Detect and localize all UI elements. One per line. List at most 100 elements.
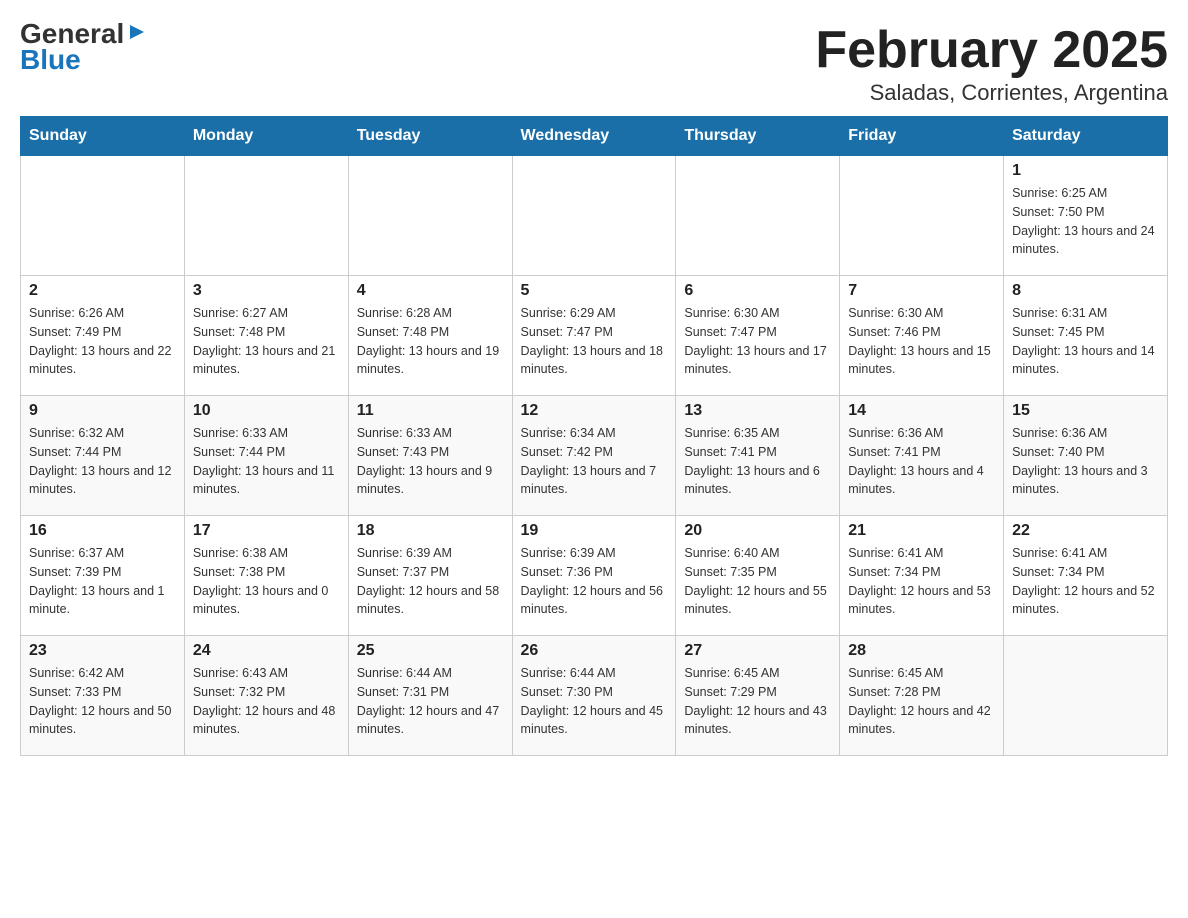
day-number: 18: [357, 522, 504, 540]
day-number: 19: [521, 522, 668, 540]
calendar-cell: 2 Sunrise: 6:26 AMSunset: 7:49 PMDaylight…: [21, 276, 185, 396]
calendar-cell: [184, 156, 348, 276]
calendar-cell: 25 Sunrise: 6:44 AMSunset: 7:31 PMDayligh…: [348, 636, 512, 756]
header-tuesday: Tuesday: [348, 117, 512, 156]
day-info: Sunrise: 6:30 AMSunset: 7:47 PMDaylight:…: [684, 304, 831, 379]
day-info: Sunrise: 6:36 AMSunset: 7:41 PMDaylight:…: [848, 424, 995, 499]
day-info: Sunrise: 6:37 AMSunset: 7:39 PMDaylight:…: [29, 544, 176, 619]
page-header: General Blue February 2025 Saladas, Corr…: [20, 20, 1168, 106]
day-info: Sunrise: 6:44 AMSunset: 7:31 PMDaylight:…: [357, 664, 504, 739]
day-info: Sunrise: 6:25 AMSunset: 7:50 PMDaylight:…: [1012, 184, 1159, 259]
calendar-cell: 20 Sunrise: 6:40 AMSunset: 7:35 PMDayligh…: [676, 516, 840, 636]
day-info: Sunrise: 6:39 AMSunset: 7:37 PMDaylight:…: [357, 544, 504, 619]
calendar-cell: 24Sunrise: 6:43 AMSunset: 7:32 PMDayligh…: [184, 636, 348, 756]
calendar-week-2: 2 Sunrise: 6:26 AMSunset: 7:49 PMDaylight…: [21, 276, 1168, 396]
calendar-cell: [348, 156, 512, 276]
day-info: Sunrise: 6:40 AMSunset: 7:35 PMDaylight:…: [684, 544, 831, 619]
day-number: 21: [848, 522, 995, 540]
calendar-cell: 12 Sunrise: 6:34 AMSunset: 7:42 PMDayligh…: [512, 396, 676, 516]
calendar-week-3: 9 Sunrise: 6:32 AMSunset: 7:44 PMDaylight…: [21, 396, 1168, 516]
calendar-cell: [676, 156, 840, 276]
day-info: Sunrise: 6:35 AMSunset: 7:41 PMDaylight:…: [684, 424, 831, 499]
calendar-body: 1 Sunrise: 6:25 AMSunset: 7:50 PMDaylight…: [21, 156, 1168, 756]
day-number: 5: [521, 282, 668, 300]
day-info: Sunrise: 6:36 AMSunset: 7:40 PMDaylight:…: [1012, 424, 1159, 499]
calendar-cell: 22 Sunrise: 6:41 AMSunset: 7:34 PMDayligh…: [1004, 516, 1168, 636]
day-number: 12: [521, 402, 668, 420]
calendar-table: Sunday Monday Tuesday Wednesday Thursday…: [20, 116, 1168, 756]
calendar-cell: 1 Sunrise: 6:25 AMSunset: 7:50 PMDaylight…: [1004, 156, 1168, 276]
day-info: Sunrise: 6:29 AMSunset: 7:47 PMDaylight:…: [521, 304, 668, 379]
calendar-header: Sunday Monday Tuesday Wednesday Thursday…: [21, 117, 1168, 156]
day-number: 27: [684, 642, 831, 660]
header-wednesday: Wednesday: [512, 117, 676, 156]
day-info: Sunrise: 6:32 AMSunset: 7:44 PMDaylight:…: [29, 424, 176, 499]
calendar-cell: [21, 156, 185, 276]
day-info: Sunrise: 6:26 AMSunset: 7:49 PMDaylight:…: [29, 304, 176, 379]
calendar-cell: 10 Sunrise: 6:33 AMSunset: 7:44 PMDayligh…: [184, 396, 348, 516]
day-info: Sunrise: 6:34 AMSunset: 7:42 PMDaylight:…: [521, 424, 668, 499]
calendar-cell: 16 Sunrise: 6:37 AMSunset: 7:39 PMDayligh…: [21, 516, 185, 636]
day-info: Sunrise: 6:41 AMSunset: 7:34 PMDaylight:…: [1012, 544, 1159, 619]
calendar-subtitle: Saladas, Corrientes, Argentina: [815, 80, 1168, 106]
calendar-cell: 19Sunrise: 6:39 AMSunset: 7:36 PMDayligh…: [512, 516, 676, 636]
calendar-cell: 27Sunrise: 6:45 AMSunset: 7:29 PMDayligh…: [676, 636, 840, 756]
day-info: Sunrise: 6:41 AMSunset: 7:34 PMDaylight:…: [848, 544, 995, 619]
title-block: February 2025 Saladas, Corrientes, Argen…: [815, 20, 1168, 106]
day-number: 20: [684, 522, 831, 540]
calendar-week-4: 16 Sunrise: 6:37 AMSunset: 7:39 PMDayligh…: [21, 516, 1168, 636]
day-info: Sunrise: 6:27 AMSunset: 7:48 PMDaylight:…: [193, 304, 340, 379]
calendar-cell: 26Sunrise: 6:44 AMSunset: 7:30 PMDayligh…: [512, 636, 676, 756]
logo-arrow-icon: [126, 21, 148, 43]
day-number: 9: [29, 402, 176, 420]
calendar-cell: 18 Sunrise: 6:39 AMSunset: 7:37 PMDayligh…: [348, 516, 512, 636]
calendar-cell: 9 Sunrise: 6:32 AMSunset: 7:44 PMDaylight…: [21, 396, 185, 516]
days-header-row: Sunday Monday Tuesday Wednesday Thursday…: [21, 117, 1168, 156]
calendar-cell: 23 Sunrise: 6:42 AMSunset: 7:33 PMDayligh…: [21, 636, 185, 756]
header-thursday: Thursday: [676, 117, 840, 156]
day-number: 7: [848, 282, 995, 300]
logo-blue-text: Blue: [20, 44, 81, 76]
header-saturday: Saturday: [1004, 117, 1168, 156]
day-info: Sunrise: 6:33 AMSunset: 7:43 PMDaylight:…: [357, 424, 504, 499]
day-number: 17: [193, 522, 340, 540]
calendar-cell: 28 Sunrise: 6:45 AMSunset: 7:28 PMDayligh…: [840, 636, 1004, 756]
day-number: 22: [1012, 522, 1159, 540]
day-number: 2: [29, 282, 176, 300]
calendar-cell: 4Sunrise: 6:28 AMSunset: 7:48 PMDaylight…: [348, 276, 512, 396]
logo: General Blue: [20, 20, 148, 76]
header-monday: Monday: [184, 117, 348, 156]
calendar-cell: 5 Sunrise: 6:29 AMSunset: 7:47 PMDaylight…: [512, 276, 676, 396]
header-friday: Friday: [840, 117, 1004, 156]
day-number: 23: [29, 642, 176, 660]
calendar-cell: 14Sunrise: 6:36 AMSunset: 7:41 PMDayligh…: [840, 396, 1004, 516]
day-number: 11: [357, 402, 504, 420]
calendar-cell: [512, 156, 676, 276]
day-number: 1: [1012, 162, 1159, 180]
day-number: 28: [848, 642, 995, 660]
day-number: 13: [684, 402, 831, 420]
calendar-cell: 6 Sunrise: 6:30 AMSunset: 7:47 PMDaylight…: [676, 276, 840, 396]
calendar-cell: 11 Sunrise: 6:33 AMSunset: 7:43 PMDayligh…: [348, 396, 512, 516]
day-number: 3: [193, 282, 340, 300]
day-info: Sunrise: 6:33 AMSunset: 7:44 PMDaylight:…: [193, 424, 340, 499]
calendar-cell: 15 Sunrise: 6:36 AMSunset: 7:40 PMDayligh…: [1004, 396, 1168, 516]
calendar-cell: 21 Sunrise: 6:41 AMSunset: 7:34 PMDayligh…: [840, 516, 1004, 636]
calendar-cell: [1004, 636, 1168, 756]
day-number: 16: [29, 522, 176, 540]
day-info: Sunrise: 6:45 AMSunset: 7:28 PMDaylight:…: [848, 664, 995, 739]
day-info: Sunrise: 6:31 AMSunset: 7:45 PMDaylight:…: [1012, 304, 1159, 379]
calendar-cell: 13 Sunrise: 6:35 AMSunset: 7:41 PMDayligh…: [676, 396, 840, 516]
day-number: 15: [1012, 402, 1159, 420]
day-number: 4: [357, 282, 504, 300]
calendar-cell: 7Sunrise: 6:30 AMSunset: 7:46 PMDaylight…: [840, 276, 1004, 396]
calendar-week-5: 23 Sunrise: 6:42 AMSunset: 7:33 PMDayligh…: [21, 636, 1168, 756]
day-number: 6: [684, 282, 831, 300]
day-number: 25: [357, 642, 504, 660]
day-info: Sunrise: 6:42 AMSunset: 7:33 PMDaylight:…: [29, 664, 176, 739]
header-sunday: Sunday: [21, 117, 185, 156]
day-number: 10: [193, 402, 340, 420]
calendar-cell: 3 Sunrise: 6:27 AMSunset: 7:48 PMDaylight…: [184, 276, 348, 396]
day-number: 26: [521, 642, 668, 660]
day-info: Sunrise: 6:43 AMSunset: 7:32 PMDaylight:…: [193, 664, 340, 739]
